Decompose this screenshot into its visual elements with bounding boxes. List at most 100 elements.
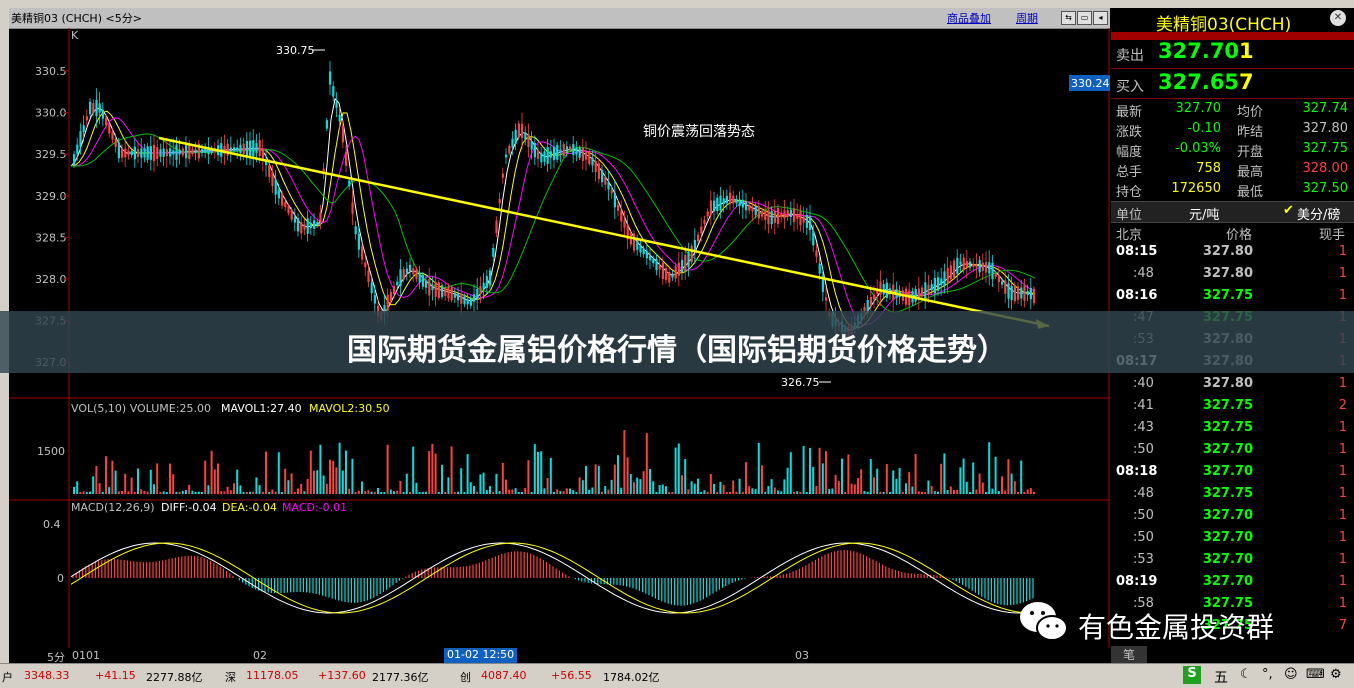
- candle-body: [370, 282, 373, 294]
- tick-row: 08:15 327.80 1: [1111, 244, 1354, 266]
- candle-body: [441, 285, 444, 297]
- candle-body: [815, 250, 818, 257]
- candle-body: [985, 262, 988, 273]
- candle-body: [348, 180, 351, 187]
- tick-time: :50: [1133, 508, 1154, 523]
- volume-bar: [575, 491, 578, 494]
- check-icon: ✔: [1283, 203, 1294, 218]
- volume-bar: [377, 487, 379, 494]
- watermark-text: 有色金属投资群: [1078, 611, 1275, 644]
- volume-bar: [169, 463, 171, 494]
- volume-bar: [530, 491, 533, 494]
- tick-header-price: 价格: [1226, 228, 1253, 243]
- volume-bar: [921, 491, 923, 494]
- candle-body: [652, 259, 655, 264]
- volume-bar: [303, 491, 306, 494]
- candle-body: [741, 201, 744, 208]
- candle-body: [293, 216, 296, 223]
- volume-bar: [969, 491, 971, 494]
- unit-alt[interactable]: 美分/磅: [1297, 204, 1340, 223]
- zoom-out-icon[interactable]: ⇆: [1061, 11, 1076, 25]
- tick-time: :50: [1133, 442, 1154, 457]
- unit-band: 单位 元/吨 ✔ 美分/磅: [1111, 201, 1354, 223]
- candle-body: [533, 143, 536, 158]
- volume-bar: [105, 456, 107, 494]
- volume-bar: [655, 491, 658, 494]
- tick-row: :40 327.80 1: [1111, 376, 1354, 398]
- volume-bar: [297, 488, 299, 494]
- tick-qty: 1: [1338, 596, 1347, 611]
- overlay-button[interactable]: 商品叠加: [947, 10, 991, 26]
- volume-bar: [962, 458, 965, 494]
- tick-price: 327.75: [1202, 288, 1253, 303]
- candle-body: [773, 210, 776, 223]
- candle-body: [501, 173, 504, 178]
- candle-body: [508, 145, 511, 154]
- candle-body: [793, 208, 796, 222]
- volume-bar: [313, 470, 315, 494]
- tick-time: 08:18: [1116, 464, 1158, 479]
- volume-bar: [213, 469, 216, 494]
- volume-bar: [741, 491, 744, 494]
- candle-body: [649, 255, 652, 261]
- volume-bar: [322, 475, 325, 494]
- volume-bar: [953, 489, 955, 494]
- scroll-left-icon[interactable]: ◂: [1093, 11, 1108, 25]
- candle-body: [101, 109, 104, 119]
- candle-body: [767, 210, 770, 225]
- volume-bar: [578, 477, 581, 494]
- settings-icon[interactable]: ⚙: [1330, 667, 1342, 682]
- volume-bar: [393, 491, 395, 494]
- candle-body: [617, 205, 620, 211]
- keyboard-icon[interactable]: ⌨: [1306, 667, 1325, 682]
- quote-value: -0.03%: [1175, 141, 1221, 156]
- candle-body: [661, 262, 664, 279]
- moving-average-line: [70, 97, 1036, 331]
- candle-body: [172, 150, 175, 155]
- period-button[interactable]: 周期: [1016, 10, 1038, 26]
- candle-body: [409, 264, 412, 272]
- volume-bar: [674, 447, 677, 494]
- volume-bar: [290, 473, 293, 494]
- candle-body: [674, 266, 677, 279]
- moving-average-lines: [70, 97, 1036, 331]
- candle-body: [98, 103, 101, 113]
- volume-bar: [876, 468, 879, 494]
- app-logo-icon[interactable]: S: [1183, 666, 1201, 684]
- candle-body: [527, 134, 530, 147]
- candle-body: [284, 201, 287, 208]
- candle-body: [325, 120, 328, 129]
- close-panel-icon[interactable]: ✕: [1330, 10, 1346, 26]
- candle-body: [431, 287, 434, 291]
- zoom-in-icon[interactable]: ▭: [1077, 11, 1092, 25]
- candle-body: [290, 209, 293, 220]
- volume-bar: [447, 477, 450, 494]
- volume-bar: [159, 491, 162, 494]
- volume-bar: [226, 486, 229, 494]
- sz-label: 深: [225, 671, 236, 684]
- candle-body: [1023, 285, 1026, 301]
- time-label-0101: 0101: [72, 649, 100, 662]
- punctuation-icon[interactable]: °,: [1262, 667, 1273, 682]
- quote-label: 均价: [1237, 105, 1264, 120]
- moon-icon[interactable]: ☾: [1240, 667, 1252, 682]
- volume-bar: [137, 468, 139, 494]
- tick-qty: 2: [1338, 398, 1347, 413]
- unit-value[interactable]: 元/吨: [1189, 204, 1219, 223]
- volume-bar: [908, 472, 911, 494]
- volume-bar: [501, 462, 504, 494]
- tick-time: 08:15: [1116, 244, 1158, 259]
- footer-tab[interactable]: 笔: [1111, 646, 1147, 663]
- tick-time: :48: [1133, 486, 1154, 501]
- volume-bar: [745, 462, 747, 494]
- candle-body: [300, 222, 303, 234]
- tick-price: 327.75: [1202, 420, 1253, 435]
- input-method-label[interactable]: 五: [1214, 667, 1228, 687]
- volume-bar: [956, 489, 959, 494]
- volume-bar: [284, 468, 287, 494]
- volume-bar: [517, 491, 520, 494]
- emoji-icon[interactable]: ☺: [1284, 667, 1298, 682]
- candle-body: [95, 99, 98, 117]
- candle-body: [79, 131, 82, 147]
- tick-header-place: 北京: [1116, 228, 1143, 243]
